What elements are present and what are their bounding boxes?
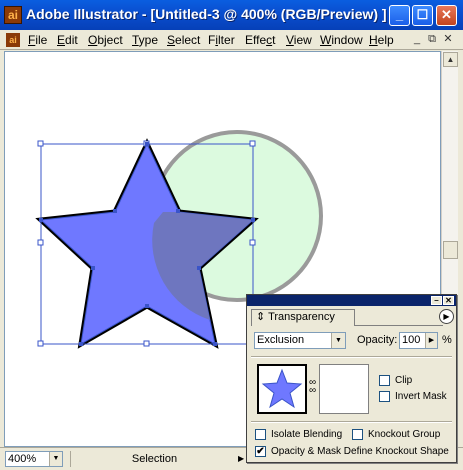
menu-object[interactable]: Object bbox=[88, 33, 123, 47]
menu-view[interactable]: View bbox=[286, 33, 312, 47]
clip-label: Clip bbox=[395, 375, 413, 386]
menu-edit[interactable]: Edit bbox=[57, 33, 78, 47]
status-tool[interactable]: Selection bbox=[70, 451, 238, 467]
window-title: Adobe Illustrator - [Untitled-3 @ 400% (… bbox=[26, 6, 387, 22]
percent-label: % bbox=[442, 334, 452, 346]
tab-transparency[interactable]: ⇕ Transparency bbox=[251, 309, 355, 326]
isolate-blending-label: Isolate Blending bbox=[271, 429, 343, 440]
title-bar: ai Adobe Illustrator - [Untitled-3 @ 400… bbox=[0, 0, 463, 30]
maximize-button[interactable]: ☐ bbox=[412, 5, 433, 26]
document-icon[interactable]: ai bbox=[6, 33, 20, 47]
invert-mask-label: Invert Mask bbox=[395, 391, 447, 402]
menu-select[interactable]: Select bbox=[167, 33, 200, 47]
transparency-panel: – ✕ ⇕ Transparency ▶ Exclusion ▼ Opacity… bbox=[246, 294, 457, 463]
doc-close-button[interactable]: ✕ bbox=[441, 33, 455, 46]
panel-close-button[interactable]: ✕ bbox=[443, 296, 454, 305]
zoom-value: 400% bbox=[8, 453, 37, 465]
scroll-thumb[interactable] bbox=[443, 241, 458, 259]
clip-checkbox[interactable] bbox=[379, 375, 390, 386]
link-chain-icon[interactable]: ∞ ∞ bbox=[309, 378, 317, 396]
panel-menu-button[interactable]: ▶ bbox=[439, 309, 454, 324]
close-button[interactable]: ✕ bbox=[436, 5, 457, 26]
tab-arrows-icon: ⇕ bbox=[256, 311, 266, 323]
menu-file[interactable]: File bbox=[28, 33, 47, 47]
blend-mode-select[interactable]: Exclusion ▼ bbox=[254, 332, 346, 349]
zoom-field[interactable]: 400% ▼ bbox=[5, 451, 63, 467]
opacity-mask-knockout-checkbox[interactable]: ✔ bbox=[255, 446, 266, 457]
isolate-blending-checkbox[interactable] bbox=[255, 429, 266, 440]
panel-minimize-button[interactable]: – bbox=[431, 296, 442, 305]
minimize-button[interactable]: _ bbox=[389, 5, 410, 26]
artwork-thumbnail[interactable] bbox=[257, 364, 307, 414]
opacity-mask-thumbnail[interactable] bbox=[319, 364, 369, 414]
invert-mask-checkbox[interactable] bbox=[379, 391, 390, 402]
opacity-slider-arrow-icon[interactable]: ▶ bbox=[425, 333, 437, 348]
status-menu-arrow-icon[interactable]: ▶ bbox=[238, 454, 244, 463]
tab-divider bbox=[355, 325, 443, 326]
knockout-group-checkbox[interactable] bbox=[352, 429, 363, 440]
chevron-down-icon[interactable]: ▼ bbox=[331, 333, 345, 348]
menu-effect[interactable]: Effect bbox=[245, 33, 275, 47]
opacity-mask-knockout-label: Opacity & Mask Define Knockout Shape bbox=[271, 446, 449, 457]
menu-filter[interactable]: Filter bbox=[208, 33, 235, 47]
opacity-field[interactable]: 100 ▶ bbox=[399, 332, 438, 349]
divider bbox=[251, 356, 452, 358]
menu-type[interactable]: Type bbox=[132, 33, 158, 47]
star-thumbnail-icon bbox=[261, 368, 303, 409]
menu-window[interactable]: Window bbox=[320, 33, 363, 47]
scroll-up-icon[interactable]: ▲ bbox=[443, 52, 458, 67]
menu-help[interactable]: Help bbox=[369, 33, 394, 47]
divider bbox=[251, 421, 452, 423]
menu-bar: ai File Edit Object Type Select Filter E… bbox=[0, 30, 463, 50]
illustrator-app-icon[interactable]: ai bbox=[4, 6, 22, 24]
doc-restore-button[interactable]: ⧉ bbox=[425, 33, 439, 46]
doc-minimize-button[interactable]: _ bbox=[410, 33, 424, 46]
opacity-label: Opacity: bbox=[357, 334, 398, 346]
panel-title-bar[interactable]: – ✕ bbox=[247, 295, 456, 306]
chevron-down-icon[interactable]: ▼ bbox=[49, 452, 62, 466]
knockout-group-label: Knockout Group bbox=[368, 429, 441, 440]
